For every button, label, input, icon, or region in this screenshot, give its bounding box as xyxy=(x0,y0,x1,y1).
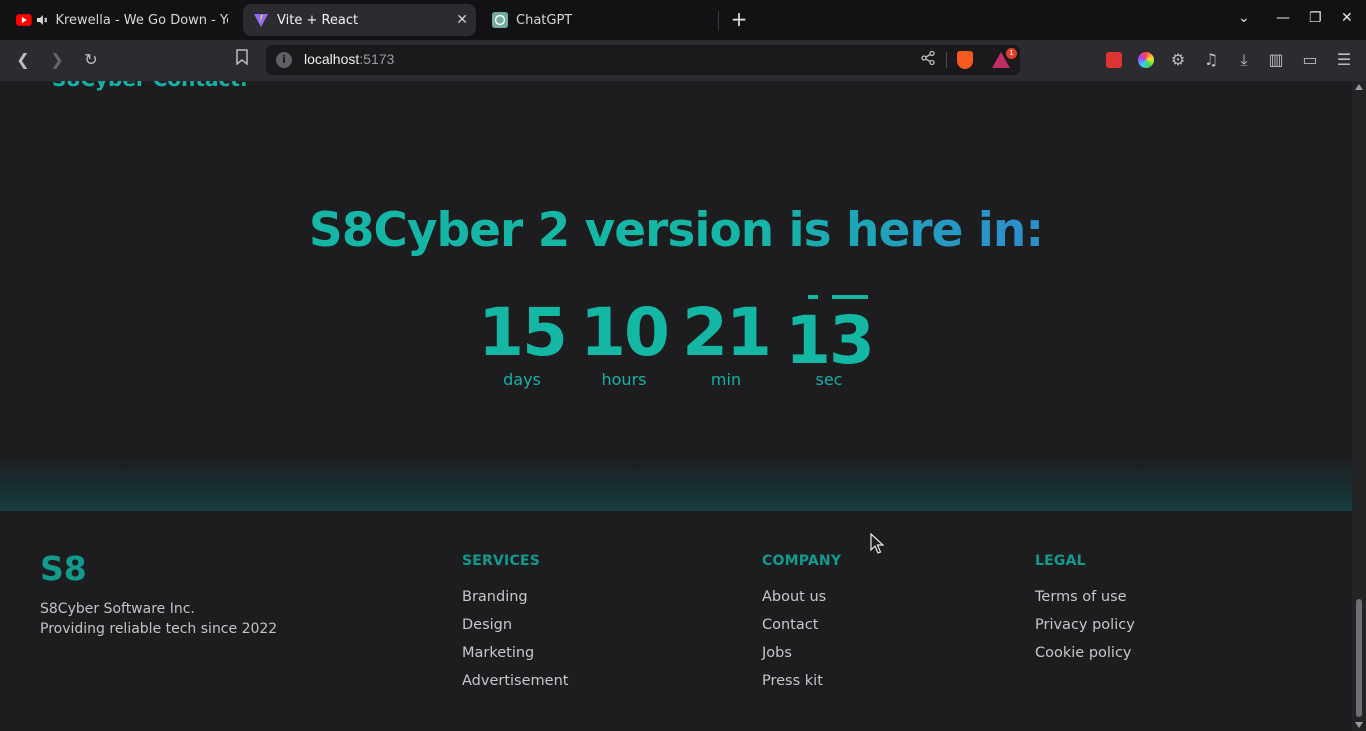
speaker-muted-icon[interactable] xyxy=(36,14,48,26)
footer-link-contact[interactable]: Contact xyxy=(762,615,841,643)
company-tagline: Providing reliable tech since 2022 xyxy=(40,621,278,637)
new-tab-button[interactable]: + xyxy=(728,8,750,30)
footer-logo[interactable]: S8 xyxy=(40,549,87,588)
menu-hamburger-icon[interactable]: ☰ xyxy=(1332,48,1356,72)
footer-link-jobs[interactable]: Jobs xyxy=(762,643,841,671)
maximize-button[interactable]: ❐ xyxy=(1309,10,1322,26)
countdown-hours: 10 hours xyxy=(574,291,674,389)
tab-title: Krewella - We Go Down - YouT xyxy=(55,12,228,28)
share-icon[interactable] xyxy=(916,48,940,72)
column-heading: SERVICES xyxy=(462,553,540,569)
divider xyxy=(946,52,947,68)
sidebar-icon[interactable]: ▥ xyxy=(1264,48,1288,72)
address-bar[interactable]: i localhost:5173 1 xyxy=(266,45,1020,75)
wallet-icon[interactable]: ▭ xyxy=(1298,48,1322,72)
youtube-icon xyxy=(16,14,32,26)
downloads-icon[interactable]: ⤓ xyxy=(1232,48,1256,72)
scroll-down-arrow-icon[interactable] xyxy=(1355,722,1363,728)
back-arrow-icon[interactable]: ❮ xyxy=(11,48,35,72)
site-info-icon[interactable]: i xyxy=(276,52,292,68)
footer-column-legal: LEGAL Terms of use Privacy policy Cookie… xyxy=(1035,553,1135,671)
page-scrollbar[interactable] xyxy=(1352,81,1366,731)
tab-search-chevron-icon[interactable]: ⌄ xyxy=(1238,10,1250,26)
footer-column-services: SERVICES Branding Design Marketing Adver… xyxy=(462,553,568,699)
contact-heading-partial: S8Cyber Contact: xyxy=(52,81,248,91)
footer-link-design[interactable]: Design xyxy=(462,615,568,643)
brave-shields-icon[interactable] xyxy=(957,51,973,69)
extension-red-icon[interactable] xyxy=(1102,48,1126,72)
tab-separator xyxy=(718,11,719,31)
bookmark-icon[interactable] xyxy=(230,48,254,72)
browser-toolbar: ❮ ❯ ↻ i localhost:5173 1 ⚙ ♫ ⤓ ▥ ▭ ☰ xyxy=(0,40,1366,81)
close-window-button[interactable]: ✕ xyxy=(1341,10,1353,26)
countdown-minutes: 21 min xyxy=(676,291,776,389)
footer-link-cookie[interactable]: Cookie policy xyxy=(1035,643,1135,671)
countdown-value: 15 xyxy=(478,294,568,371)
column-heading: LEGAL xyxy=(1035,553,1086,569)
company-name: S8Cyber Software Inc. xyxy=(40,601,195,617)
url-text[interactable]: localhost:5173 xyxy=(304,51,394,67)
footer-link-press-kit[interactable]: Press kit xyxy=(762,671,841,699)
countdown-value: 13 xyxy=(785,302,875,379)
tab-strip: Krewella - We Go Down - YouT Vite + Reac… xyxy=(0,0,1366,40)
mouse-cursor-icon xyxy=(870,533,884,554)
chatgpt-icon xyxy=(492,12,508,28)
footer-link-terms[interactable]: Terms of use xyxy=(1035,587,1135,615)
countdown-seconds: 13 sec xyxy=(779,291,879,389)
section-glow xyxy=(0,456,1352,511)
footer-link-advertisement[interactable]: Advertisement xyxy=(462,671,568,699)
scrollbar-thumb[interactable] xyxy=(1356,599,1362,717)
tab-vite-react[interactable]: Vite + React ✕ xyxy=(243,4,476,36)
footer-link-marketing[interactable]: Marketing xyxy=(462,643,568,671)
countdown-value: 21 xyxy=(682,294,772,371)
rewards-badge: 1 xyxy=(1006,48,1017,59)
extensions-puzzle-icon[interactable]: ⚙ xyxy=(1166,48,1190,72)
reload-icon[interactable]: ↻ xyxy=(79,48,103,72)
page-viewport: S8Cyber Contact: S8Cyber 2 version is he… xyxy=(0,81,1352,731)
media-music-icon[interactable]: ♫ xyxy=(1199,48,1223,72)
color-picker-extension-icon[interactable] xyxy=(1134,48,1158,72)
launch-headline: S8Cyber 2 version is here in: xyxy=(0,203,1352,258)
column-heading: COMPANY xyxy=(762,553,842,569)
vite-icon xyxy=(254,14,268,27)
footer-link-branding[interactable]: Branding xyxy=(462,587,568,615)
site-footer: S8 S8Cyber Software Inc. Providing relia… xyxy=(0,511,1352,731)
countdown-days: 15 days xyxy=(472,291,572,389)
close-tab-icon[interactable]: ✕ xyxy=(456,12,468,28)
footer-link-privacy[interactable]: Privacy policy xyxy=(1035,615,1135,643)
countdown-timer: 15 days 10 hours 21 min 13 sec xyxy=(472,291,882,401)
scroll-up-arrow-icon[interactable] xyxy=(1355,84,1363,90)
tab-chatgpt[interactable]: ChatGPT xyxy=(482,4,712,36)
tab-title: ChatGPT xyxy=(516,12,573,28)
tab-title: Vite + React xyxy=(277,12,359,28)
footer-link-about[interactable]: About us xyxy=(762,587,841,615)
minimize-button[interactable]: — xyxy=(1276,10,1290,26)
forward-arrow-icon[interactable]: ❯ xyxy=(45,48,69,72)
tab-youtube[interactable]: Krewella - We Go Down - YouT xyxy=(6,4,238,36)
footer-column-company: COMPANY About us Contact Jobs Press kit xyxy=(762,553,841,699)
countdown-value: 10 xyxy=(580,294,670,371)
